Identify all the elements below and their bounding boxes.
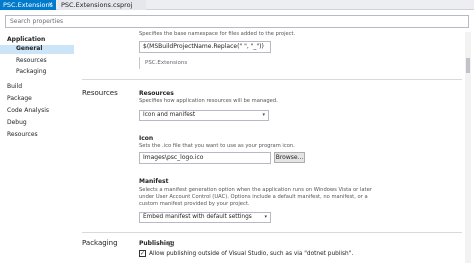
namespace-field[interactable]: $(MSBuildProjectName.Replace(" ", "_")) <box>139 41 271 53</box>
tab-csproj[interactable]: PSC.Extensions.csproj <box>58 0 146 10</box>
manifest-description-line1: Selects a manifest generation option whe… <box>139 187 372 193</box>
sidebar-item-package[interactable]: Package <box>7 95 32 103</box>
sidebar-item-resources[interactable]: Resources <box>16 57 47 65</box>
search-input[interactable]: Search properties <box>5 15 469 28</box>
icon-title: Icon <box>139 135 154 142</box>
tab-psc-extensions[interactable]: PSC.Extensions × <box>0 0 56 10</box>
packaging-heading: Packaging <box>82 239 118 247</box>
close-icon[interactable]: × <box>48 0 53 10</box>
manifest-description-line3: custom manifest provided by your project… <box>139 201 250 207</box>
sidebar-nav: Application General Resources Packaging … <box>0 32 74 263</box>
manifest-description-line2: under User Account Control (UAC). Option… <box>139 194 368 200</box>
icon-path-field[interactable]: Images\psc_logo.ico <box>139 152 271 164</box>
sidebar-item-build[interactable]: Build <box>7 83 22 91</box>
namespace-description: Specifies the base namespace for files a… <box>139 31 296 37</box>
properties-content: Specifies the base namespace for files a… <box>82 31 462 263</box>
tab-label: PSC.Extensions <box>3 1 53 9</box>
section-divider <box>82 79 462 80</box>
section-divider <box>82 232 462 233</box>
manifest-title: Manifest <box>139 178 169 185</box>
resources-heading: Resources <box>82 89 118 97</box>
help-icon[interactable]: ? <box>168 241 174 247</box>
scrollbar-thumb[interactable] <box>466 58 470 73</box>
sidebar-item-packaging[interactable]: Packaging <box>16 68 46 76</box>
sidebar-item-resources-root[interactable]: Resources <box>7 131 38 139</box>
publishing-checkbox-label: Allow publishing outside of Visual Studi… <box>149 251 354 257</box>
sidebar-item-code-analysis[interactable]: Code Analysis <box>7 107 49 115</box>
chevron-down-icon: ▾ <box>264 214 267 220</box>
publishing-checkbox[interactable]: ✓ <box>139 250 146 257</box>
browse-button[interactable]: Browse... <box>274 152 305 163</box>
icon-description: Sets the .ico file that you want to use … <box>139 143 295 149</box>
manifest-dropdown[interactable]: Embed manifest with default settings ▾ <box>139 212 271 223</box>
tab-label: PSC.Extensions.csproj <box>61 1 133 9</box>
resources-description: Specifies how application resources will… <box>139 98 278 104</box>
document-tab-strip: PSC.Extensions × PSC.Extensions.csproj <box>0 0 474 10</box>
sidebar-item-debug[interactable]: Debug <box>7 119 27 127</box>
manifest-selected: Embed manifest with default settings <box>143 214 252 220</box>
resources-selected: Icon and manifest <box>143 112 196 118</box>
chevron-down-icon: ▾ <box>262 112 265 118</box>
sidebar-item-application[interactable]: Application <box>7 36 45 44</box>
namespace-preview: PSC.Extensions <box>139 57 187 69</box>
resources-dropdown[interactable]: Icon and manifest ▾ <box>139 110 269 121</box>
sidebar-item-general-selected[interactable]: General <box>0 45 74 54</box>
sidebar-item-general[interactable]: General <box>16 45 42 53</box>
resources-title: Resources <box>139 90 174 97</box>
